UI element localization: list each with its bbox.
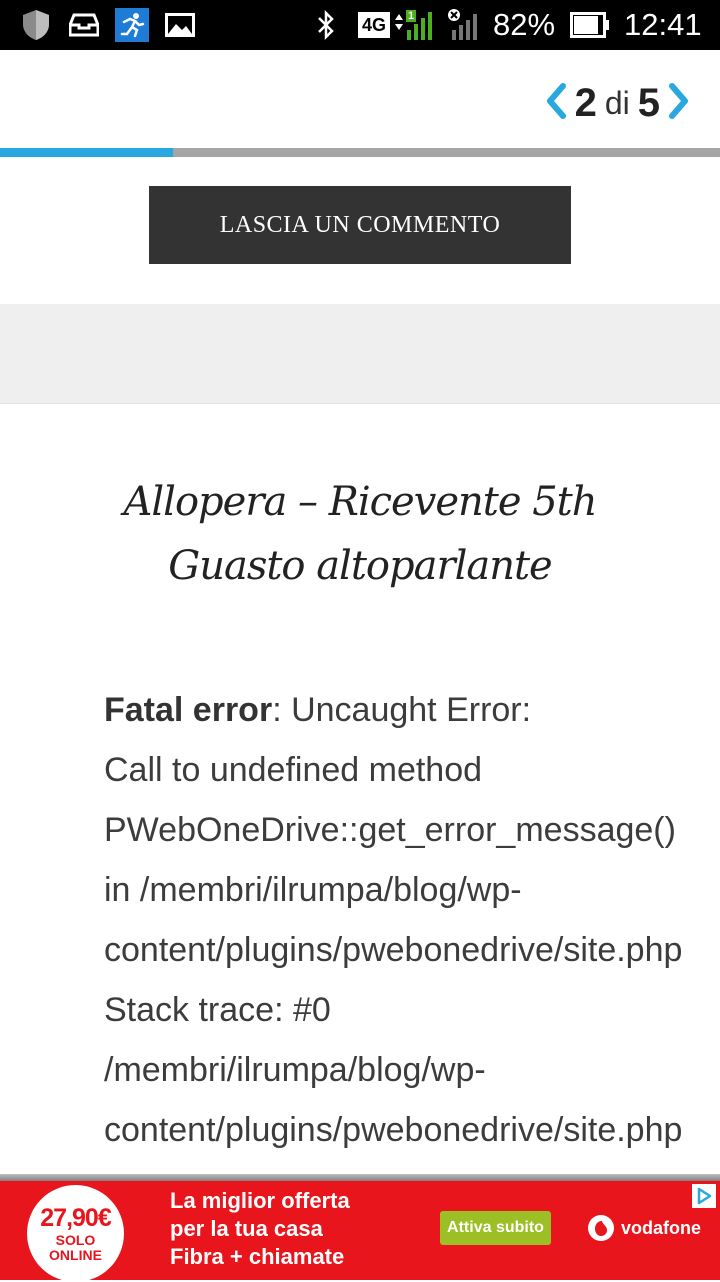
chevron-right-icon (668, 82, 690, 124)
fatal-error-message: Fatal error: Uncaught Error: Call to und… (104, 680, 720, 1160)
error-label: Fatal error (104, 691, 273, 729)
error-line-5: content/plugins/pwebonedrive/site.php (104, 931, 683, 969)
battery-percent: 82% (493, 7, 556, 42)
post-title: Allopera – Ricevente 5th Guasto altoparl… (0, 470, 720, 598)
leave-comment-button[interactable]: LASCIA UN COMMENTO (149, 186, 571, 264)
error-line-7: /membri/ilrumpa/blog/wp- (104, 1051, 486, 1089)
ad-brand-name: vodafone (621, 1217, 702, 1238)
next-page-button[interactable] (666, 82, 692, 124)
post-title-line-1: Allopera – Ricevente 5th (123, 479, 598, 525)
battery-icon (570, 10, 610, 40)
no-signal-icon (446, 9, 486, 40)
inbox-tray-icon (68, 10, 100, 40)
ad-headline-3: Fibra + chiamate (170, 1244, 345, 1269)
price-badge: 27,90€ SOLO ONLINE (27, 1185, 124, 1282)
ad-price-line-1: SOLO (55, 1232, 96, 1248)
sim-slot-label: 1 (408, 10, 415, 22)
reading-progress-bar (0, 148, 720, 157)
previous-page-button[interactable] (543, 82, 569, 124)
adchoices-icon[interactable] (692, 1184, 716, 1208)
network-type-badge: 4G (358, 12, 390, 38)
clock: 12:41 (624, 7, 702, 42)
ad-headline-2: per la tua casa (170, 1216, 323, 1241)
error-line-1: Fatal error: Uncaught Error: (104, 680, 720, 740)
current-page: 2 (574, 80, 597, 125)
reading-progress-fill (0, 148, 173, 157)
error-line-4: in /membri/ilrumpa/blog/wp- (104, 871, 522, 909)
ad-headline-1: La miglior offerta (170, 1188, 350, 1213)
signal-icon: 1 (392, 10, 442, 40)
page-separator: di (604, 84, 630, 121)
post-title-line-2: Guasto altoparlante (168, 543, 552, 589)
ad-headline: La miglior offerta per la tua casa Fibra… (170, 1187, 350, 1271)
error-line-3: PWebOneDrive::get_error_message() (104, 811, 676, 849)
error-text: : Uncaught Error: (272, 691, 532, 729)
ad-price: 27,90€ (40, 1204, 111, 1232)
ad-banner[interactable]: 27,90€ SOLO ONLINE La miglior offerta pe… (0, 1181, 720, 1282)
bluetooth-icon (313, 9, 339, 41)
total-pages: 5 (637, 80, 660, 125)
error-line-6: Stack trace: #0 (104, 991, 331, 1029)
vodafone-logo: vodafone (587, 1211, 701, 1245)
shield-icon (20, 10, 52, 40)
error-line-8: content/plugins/pwebonedrive/site.php (104, 1111, 683, 1149)
ad-placeholder-band (0, 304, 720, 404)
running-man-icon (115, 8, 149, 42)
status-bar: 4G 1 82% 12:41 (0, 0, 720, 50)
error-line-2: Call to undefined method (104, 751, 483, 789)
pagination: 2 di 5 (543, 78, 692, 128)
chevron-left-icon (545, 82, 567, 124)
ad-cta-button[interactable]: Attiva subito (440, 1211, 551, 1245)
image-icon (164, 10, 196, 40)
ad-price-line-2: ONLINE (49, 1247, 102, 1263)
vodafone-speechmark-icon (588, 1215, 614, 1241)
